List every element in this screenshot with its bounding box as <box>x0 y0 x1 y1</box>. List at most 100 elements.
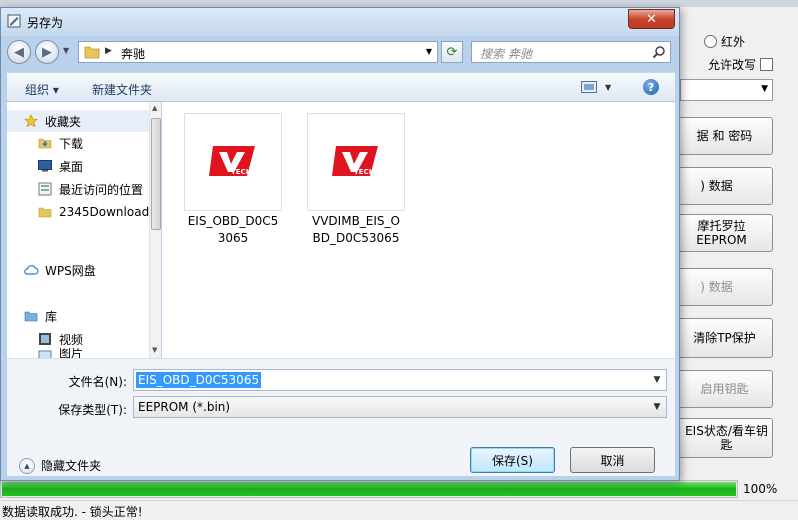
scrollbar-thumb[interactable] <box>151 118 161 230</box>
nav-item-label: 收藏夹 <box>45 114 82 129</box>
nav-item-wps-cloud[interactable]: WPS网盘 <box>7 259 149 281</box>
address-dropdown-icon[interactable]: ▼ <box>426 47 432 56</box>
bg-button-label: EIS状态/看车钥匙 <box>685 424 768 452</box>
save-as-dialog: 另存为 ✕ ◀ ▶ ▼ ▶ 奔驰 ▼ ⟳ 搜索 奔驰 组织 ▾ 新建文件夹 ▼ … <box>0 7 680 481</box>
save-button-label: 保存(S) <box>492 453 533 468</box>
new-folder-button[interactable]: 新建文件夹 <box>92 81 152 98</box>
cancel-button-label: 取消 <box>600 453 625 468</box>
scroll-up-icon[interactable]: ▲ <box>152 104 157 112</box>
nav-item-label: 视频 <box>59 332 84 347</box>
background-menu-strip <box>0 0 798 7</box>
organize-button[interactable]: 组织 ▾ <box>25 81 59 98</box>
cancel-button[interactable]: 取消 <box>570 447 655 473</box>
library-icon <box>23 309 39 323</box>
nav-item-label: 库 <box>45 309 58 324</box>
nav-item-label: 2345Downloads <box>59 205 149 219</box>
nav-item-label: WPS网盘 <box>45 263 96 278</box>
bg-button-label: ) 数据 <box>700 280 733 294</box>
logo-text: TECH <box>231 168 252 176</box>
dialog-title: 另存为 <box>27 16 64 30</box>
hide-folders-label: 隐藏文件夹 <box>41 459 102 473</box>
file-name: VVDIMB_EIS_OBD_D0C53065 <box>312 214 400 245</box>
breadcrumb-separator-icon: ▶ <box>105 46 112 56</box>
filename-dropdown-icon[interactable]: ▼ <box>649 370 665 390</box>
progress-bar <box>0 480 738 498</box>
desktop-icon <box>37 159 53 173</box>
nav-item-pictures[interactable]: 图片 <box>7 348 149 358</box>
file-thumbnail: TECH <box>184 113 282 211</box>
vvdi-tech-logo-icon: TECH <box>332 146 378 176</box>
navigation-scrollbar[interactable]: ▲ ▼ <box>149 102 161 358</box>
save-dialog-icon <box>7 14 21 28</box>
dialog-titlebar[interactable]: 另存为 <box>1 8 679 36</box>
nav-item-label: 桌面 <box>59 159 84 174</box>
allow-overwrite-checkbox[interactable]: 允许改写 <box>708 56 774 73</box>
nav-item-2345downloads[interactable]: 2345Downloads <box>7 201 149 223</box>
file-thumbnail: TECH <box>307 113 405 211</box>
nav-item-desktop[interactable]: 桌面 <box>7 155 149 177</box>
navigation-pane: 收藏夹 下载 桌面 最近访问的位置 2345Downloads WPS网盘 库 <box>7 102 161 358</box>
forward-button[interactable]: ▶ <box>35 40 59 64</box>
chevron-down-icon: ▼ <box>761 84 768 94</box>
command-toolbar: 组织 ▾ 新建文件夹 ▼ ? <box>7 72 675 102</box>
download-folder-icon <box>37 136 53 150</box>
nav-item-favorites[interactable]: 收藏夹 <box>7 110 149 132</box>
folder-icon <box>84 45 100 59</box>
allow-overwrite-label: 允许改写 <box>708 58 757 72</box>
help-icon[interactable]: ? <box>643 79 659 95</box>
vvdi-tech-logo-icon: TECH <box>209 146 255 176</box>
save-button[interactable]: 保存(S) <box>470 447 555 473</box>
nav-item-label: 下载 <box>59 136 84 151</box>
star-icon <box>23 114 39 128</box>
file-item[interactable]: TECH VVDIMB_EIS_OBD_D0C53065 <box>307 113 405 247</box>
recent-pages-chevron-icon[interactable]: ▼ <box>63 46 69 55</box>
search-input[interactable]: 搜索 奔驰 <box>471 41 671 63</box>
save-options-panel: 文件名(N): EIS_OBD_D0C53065 ▼ 保存类型(T): EEPR… <box>7 358 675 476</box>
nav-item-recent-places[interactable]: 最近访问的位置 <box>7 178 149 200</box>
refresh-button[interactable]: ⟳ <box>441 41 463 63</box>
checkbox-box-icon <box>760 58 774 71</box>
recent-places-icon <box>37 182 53 196</box>
address-bar[interactable]: ▶ 奔驰 ▼ <box>78 41 438 63</box>
nav-item-libraries[interactable]: 库 <box>7 305 149 327</box>
collapse-up-icon: ▲ <box>19 457 35 474</box>
bg-button-label: 据 和 密码 <box>696 129 753 143</box>
nav-item-label: 图片 <box>59 348 84 358</box>
video-icon <box>37 332 53 346</box>
file-name: EIS_OBD_D0C53065 <box>187 214 279 245</box>
folder-icon <box>37 205 53 219</box>
search-placeholder: 搜索 奔驰 <box>480 47 532 61</box>
filetype-label: 保存类型(T): <box>58 403 127 417</box>
back-button[interactable]: ◀ <box>7 40 31 64</box>
bg-button-label: ) 数据 <box>700 179 733 193</box>
infrared-radio[interactable]: 红外 <box>704 33 745 50</box>
arrow-left-icon: ◀ <box>14 44 24 60</box>
refresh-icon: ⟳ <box>446 44 458 60</box>
nav-item-label: 最近访问的位置 <box>59 182 144 197</box>
nav-item-videos[interactable]: 视频 <box>7 328 149 350</box>
filename-label: 文件名(N): <box>68 375 127 389</box>
close-button[interactable]: ✕ <box>628 9 675 29</box>
infrared-radio-label: 红外 <box>721 35 746 49</box>
view-options-icon[interactable] <box>581 81 597 93</box>
filename-input[interactable]: EIS_OBD_D0C53065 ▼ <box>133 369 667 391</box>
filetype-select[interactable]: EEPROM (*.bin) ▼ <box>133 396 667 418</box>
close-icon: ✕ <box>646 11 657 27</box>
nav-item-downloads[interactable]: 下载 <box>7 132 149 154</box>
view-dropdown-icon[interactable]: ▼ <box>605 83 611 92</box>
bg-button-label: 清除TP保护 <box>693 331 756 345</box>
hide-folders-toggle[interactable]: ▲ 隐藏文件夹 <box>19 457 101 474</box>
status-text: 数据读取成功. - 锁头正常! <box>2 505 143 519</box>
picture-icon <box>37 348 53 358</box>
status-bar: 数据读取成功. - 锁头正常! <box>0 500 798 519</box>
breadcrumb-folder[interactable]: 奔驰 <box>121 45 145 62</box>
filetype-dropdown-icon[interactable]: ▼ <box>649 397 665 417</box>
file-item[interactable]: TECH EIS_OBD_D0C53065 <box>184 113 282 247</box>
radio-circle-icon <box>704 35 717 48</box>
progress-percent: 100% <box>743 482 778 496</box>
filetype-value: EEPROM (*.bin) <box>138 400 231 414</box>
scroll-down-icon[interactable]: ▼ <box>152 346 157 354</box>
bg-button-label: 摩托罗拉EEPROM <box>696 219 747 247</box>
background-dropdown[interactable]: ▼ <box>680 79 773 101</box>
logo-text: TECH <box>354 168 375 176</box>
